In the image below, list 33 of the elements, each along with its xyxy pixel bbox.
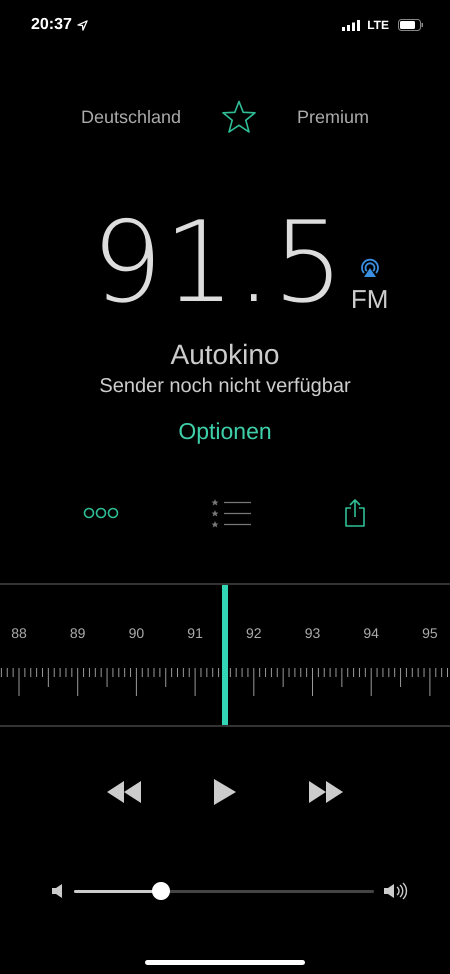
status-time: 20:37 bbox=[31, 16, 72, 34]
options-button[interactable]: Optionen bbox=[178, 418, 272, 445]
volume-thumb[interactable] bbox=[152, 882, 170, 900]
station-name: Autokino bbox=[170, 339, 280, 371]
tuner-dial[interactable]: 88 89 90 91 92 93 94 95 bbox=[0, 583, 450, 727]
premium-link[interactable]: Premium bbox=[297, 106, 370, 128]
location-arrow-icon bbox=[76, 20, 88, 30]
frequency-label: 91 bbox=[187, 625, 203, 641]
frequency-label: 88 bbox=[11, 625, 27, 641]
fast-forward-icon[interactable] bbox=[307, 780, 343, 804]
play-icon[interactable] bbox=[214, 779, 236, 805]
frequency-label: 90 bbox=[128, 625, 144, 641]
star-icon[interactable] bbox=[221, 100, 258, 134]
volume-high-icon bbox=[384, 882, 410, 900]
frequency-label: 93 bbox=[304, 625, 320, 641]
band-label: FM bbox=[350, 288, 388, 310]
frequency-display: 91.5 bbox=[92, 217, 345, 309]
signal-icon bbox=[342, 20, 360, 30]
volume-slider[interactable] bbox=[74, 882, 374, 900]
rewind-icon[interactable] bbox=[107, 780, 143, 804]
frequency-label: 94 bbox=[363, 625, 379, 641]
more-icon[interactable] bbox=[83, 507, 119, 519]
favorites-list-icon[interactable] bbox=[211, 498, 251, 528]
volume-low-icon bbox=[52, 884, 64, 898]
country-link[interactable]: Deutschland bbox=[80, 106, 182, 128]
broadcast-icon[interactable] bbox=[358, 258, 381, 280]
frequency-label: 89 bbox=[70, 625, 86, 641]
frequency-label: 92 bbox=[246, 625, 262, 641]
station-status: Sender noch nicht verfügbar bbox=[98, 375, 352, 398]
share-icon[interactable] bbox=[343, 498, 367, 528]
frequency-label: 95 bbox=[422, 625, 438, 641]
battery-icon bbox=[398, 19, 424, 31]
network-label: LTE bbox=[367, 18, 389, 32]
